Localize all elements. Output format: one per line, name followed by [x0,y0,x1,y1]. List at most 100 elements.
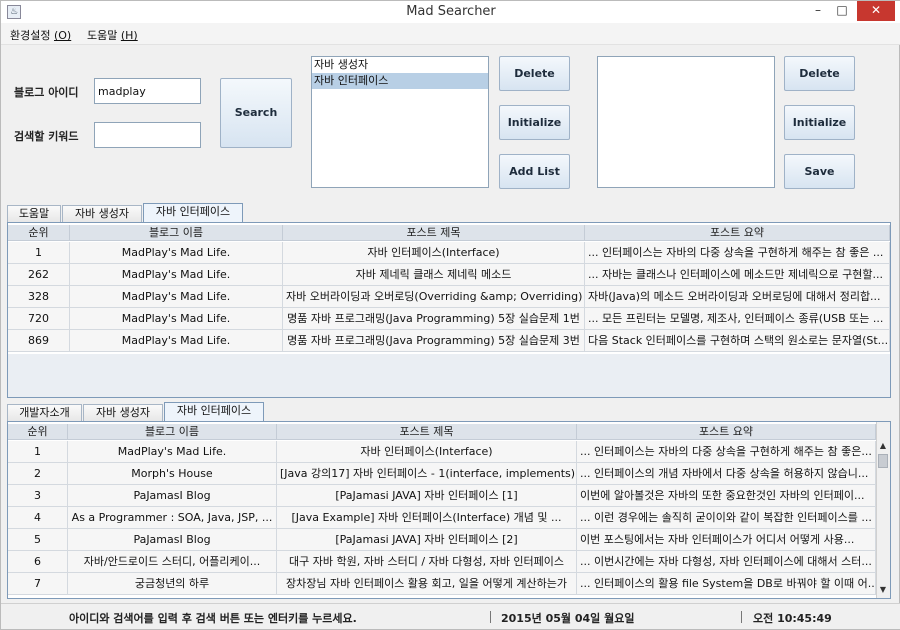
status-message: 아이디와 검색어를 입력 후 검색 버튼 또는 엔터키를 누르세요. [69,612,357,625]
cell-summary: 이번 포스팅에서는 자바 인터페이스가 어디서 어떻게 사용... [577,529,876,551]
scroll-up-icon[interactable]: ▲ [877,440,889,452]
cell-summary: ... 이번시간에는 자바 다형성, 자바 인터페이스에 대해서 스터... [577,551,876,573]
cell-rank: 720 [8,308,70,330]
cell-blog: MadPlay's Mad Life. [70,330,283,352]
tab-interface[interactable]: 자바 인터페이스 [143,203,243,223]
scroll-thumb[interactable] [878,454,888,468]
cell-title: 자바 제네릭 클래스 제네릭 메소드 [283,264,585,286]
menu-help-label: 도움말 [87,29,121,42]
tab-interface[interactable]: 자바 인터페이스 [164,402,264,422]
search-button[interactable]: Search [220,78,292,148]
scroll-down-icon[interactable]: ▼ [877,584,889,596]
column-header-blog[interactable]: 블로그 이름 [70,225,283,241]
column-header-rank[interactable]: 순위 [8,225,70,241]
menu-help-mnemonic: (H) [120,29,138,42]
keyword-label: 검색할 키워드 [14,130,79,143]
maximize-button[interactable]: □ [831,1,853,21]
blog-id-field[interactable]: madplay [94,78,201,104]
minimize-button[interactable]: – [807,1,829,21]
cell-title: [PaJamasi JAVA] 자바 인터페이스 [1] [277,485,577,507]
cell-blog: As a Programmer : SOA, Java, JSP, ... [68,507,277,529]
window-title: Mad Searcher [406,4,496,19]
cell-summary: 자바(Java)의 메소드 오버라이딩과 오버로딩에 대해서 정리합... [585,286,890,308]
close-button[interactable]: ✕ [857,1,895,21]
column-header-summary[interactable]: 포스트 요약 [585,225,890,241]
status-divider [741,611,742,623]
saved-list[interactable] [597,56,775,188]
table-row[interactable]: 1 MadPlay's Mad Life. 자바 인터페이스(Interface… [8,441,876,463]
tab-developer[interactable]: 개발자소개 [7,404,82,422]
cell-blog: PaJamasI Blog [68,485,277,507]
keyword-list-item[interactable]: 자바 생성자 [312,57,488,73]
status-date: 2015년 05월 04일 월요일 [501,612,635,625]
cell-rank: 328 [8,286,70,308]
table-row[interactable]: 5 PaJamasI Blog [PaJamasi JAVA] 자바 인터페이스… [8,529,876,551]
column-header-title[interactable]: 포스트 제목 [283,225,585,241]
cell-blog: MadPlay's Mad Life. [70,308,283,330]
cell-title: 명품 자바 프로그래밍(Java Programming) 5장 실습문제 1번 [283,308,585,330]
column-header-blog[interactable]: 블로그 이름 [68,424,277,440]
cell-summary: ... 이런 경우에는 솔직히 굳이이와 같이 복잡한 인터페이스를 ... [577,507,876,529]
cell-rank: 262 [8,264,70,286]
cell-summary: ... 인터페이스는 자바의 다중 상속을 구현하게 해주는 참 좋은 ... [585,242,890,264]
bottom-results-panel: 순위 블로그 이름 포스트 제목 포스트 요약 1 MadPlay's Mad … [7,421,891,599]
column-header-summary[interactable]: 포스트 요약 [577,424,876,440]
column-header-title[interactable]: 포스트 제목 [277,424,577,440]
cell-summary: 다음 Stack 인터페이스를 구현하며 스택의 원소로는 문자열(St... [585,330,890,352]
menu-help[interactable]: 도움말 (H) [87,27,138,43]
cell-blog: 자바/안드로이드 스터디, 어플리케이... [68,551,277,573]
cell-rank: 1 [8,242,70,264]
cell-rank: 1 [8,441,68,463]
cell-title: 명품 자바 프로그래밍(Java Programming) 5장 실습문제 3번 [283,330,585,352]
saved-delete-button[interactable]: Delete [784,56,855,91]
cell-blog: Morph's House [68,463,277,485]
keyword-list[interactable]: 자바 생성자 자바 인터페이스 [311,56,489,188]
tab-constructor[interactable]: 자바 생성자 [62,205,142,223]
cell-rank: 869 [8,330,70,352]
cell-summary: ... 인터페이스의 활용 file System을 DB로 바꿔야 할 이때 … [577,573,876,595]
delete-button[interactable]: Delete [499,56,570,91]
table-header: 순위 블로그 이름 포스트 제목 포스트 요약 [8,424,876,440]
save-button[interactable]: Save [784,154,855,189]
cell-summary: ... 인터페이스의 개념 자바에서 다중 상속을 허용하지 않습니... [577,463,876,485]
status-bar: 아이디와 검색어를 입력 후 검색 버튼 또는 엔터키를 누르세요. 2015년… [1,603,900,629]
tab-constructor[interactable]: 자바 생성자 [83,404,163,422]
table-row[interactable]: 1 MadPlay's Mad Life. 자바 인터페이스(Interface… [8,242,890,264]
table-row[interactable]: 869 MadPlay's Mad Life. 명품 자바 프로그래밍(Java… [8,330,890,352]
cell-summary: 이번에 알아볼것은 자바의 또한 중요한것인 자바의 인터페이... [577,485,876,507]
table-row[interactable]: 3 PaJamasI Blog [PaJamasi JAVA] 자바 인터페이스… [8,485,876,507]
cell-title: 대구 자바 학원, 자바 스터디 / 자바 다형성, 자바 인터페이스 [277,551,577,573]
cell-summary: ... 모든 프린터는 모델명, 제조사, 인터페이스 종류(USB 또는 ..… [585,308,890,330]
cell-blog: PaJamasI Blog [68,529,277,551]
cell-blog: MadPlay's Mad Life. [70,286,283,308]
table-row[interactable]: 720 MadPlay's Mad Life. 명품 자바 프로그래밍(Java… [8,308,890,330]
cell-summary: ... 자바는 클래스나 인터페이스에 메소드만 제네릭으로 구현할... [585,264,890,286]
cell-blog: MadPlay's Mad Life. [70,242,283,264]
table-row[interactable]: 328 MadPlay's Mad Life. 자바 오버라이딩과 오버로딩(O… [8,286,890,308]
column-header-rank[interactable]: 순위 [8,424,68,440]
menu-settings[interactable]: 환경설정 (O) [10,27,71,43]
table-row[interactable]: 262 MadPlay's Mad Life. 자바 제네릭 클래스 제네릭 메… [8,264,890,286]
table-row[interactable]: 4 As a Programmer : SOA, Java, JSP, ... … [8,507,876,529]
tab-help[interactable]: 도움말 [7,205,61,223]
vertical-scrollbar[interactable]: ▲ ▼ [876,422,890,598]
cell-blog: MadPlay's Mad Life. [70,264,283,286]
cell-title: [Java Example] 자바 인터페이스(Interface) 개념 및 … [277,507,577,529]
cell-title: 자바 인터페이스(Interface) [283,242,585,264]
add-list-button[interactable]: Add List [499,154,570,189]
keyword-field[interactable] [94,122,201,148]
table-row[interactable]: 7 궁금청년의 하루 장차장님 자바 인터페이스 활용 회고, 일을 어떻게 계… [8,573,876,595]
bottom-tabbar: 개발자소개 자바 생성자 자바 인터페이스 [7,402,891,422]
cell-title: 자바 오버라이딩과 오버로딩(Overriding &amp; Overridi… [283,286,585,308]
initialize-button[interactable]: Initialize [499,105,570,140]
cell-title: [Java 강의17] 자바 인터페이스 - 1(interface, impl… [277,463,577,485]
menu-settings-mnemonic: (O) [53,29,72,42]
saved-initialize-button[interactable]: Initialize [784,105,855,140]
cell-rank: 7 [8,573,68,595]
keyword-list-item-selected[interactable]: 자바 인터페이스 [312,73,488,89]
table-row[interactable]: 2 Morph's House [Java 강의17] 자바 인터페이스 - 1… [8,463,876,485]
top-tabbar: 도움말 자바 생성자 자바 인터페이스 [7,203,891,223]
cell-rank: 2 [8,463,68,485]
cell-blog: 궁금청년의 하루 [68,573,277,595]
table-row[interactable]: 6 자바/안드로이드 스터디, 어플리케이... 대구 자바 학원, 자바 스터… [8,551,876,573]
